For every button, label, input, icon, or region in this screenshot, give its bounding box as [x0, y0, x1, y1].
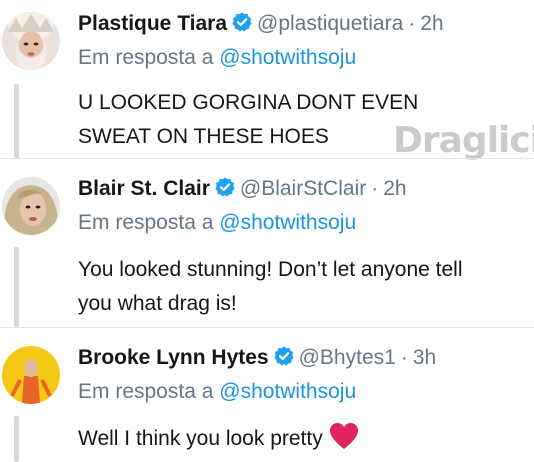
verified-badge-icon — [231, 11, 253, 41]
reply-context: Em resposta a @shotwithsoju — [78, 209, 534, 237]
tweet-text-line: You looked stunning! Don’t let anyone te… — [78, 258, 463, 281]
display-name[interactable]: Brooke Lynn Hytes — [78, 346, 269, 369]
tweet-blair-st-clair[interactable]: Blair St. Clair @BlairStClair · 2h Em respo… — [0, 159, 534, 327]
handle[interactable]: @plastiquetiara — [257, 12, 403, 35]
verified-badge-icon — [214, 176, 236, 206]
handle[interactable]: @Bhytes1 — [299, 346, 396, 369]
tweet-content: Blair St. Clair @BlairStClair · 2h Em respo… — [78, 175, 534, 321]
reply-mention-link[interactable]: @shotwithsoju — [219, 46, 356, 69]
meta-separator: · — [371, 177, 379, 200]
reply-context: Em resposta a @shotwithsoju — [78, 378, 534, 406]
timestamp[interactable]: 2h — [420, 12, 443, 35]
reply-prefix: Em resposta a — [78, 46, 214, 69]
timestamp[interactable]: 2h — [383, 177, 406, 200]
tweet-text: Well I think you look pretty — [78, 422, 534, 461]
meta-separator: · — [400, 346, 408, 369]
tweet-brooke-lynn-hytes[interactable]: Brooke Lynn Hytes @Bhytes1 · 3h Em resposta… — [0, 328, 534, 462]
tweet-text-line: U LOOKED GORGINA DONT EVEN — [78, 91, 419, 114]
thread-line — [14, 84, 19, 158]
handle[interactable]: @BlairStClair — [240, 177, 366, 200]
reply-mention-link[interactable]: @shotwithsoju — [219, 211, 356, 234]
tweet-header: Plastique Tiara @plastiquetiara · 2h — [78, 10, 534, 38]
reply-mention-link[interactable]: @shotwithsoju — [219, 380, 356, 403]
tweet-text-line: you what drag is! — [78, 292, 237, 315]
verified-badge-icon — [273, 345, 295, 375]
timestamp[interactable]: 3h — [413, 346, 436, 369]
avatar[interactable] — [2, 12, 60, 70]
thread-line — [14, 247, 19, 327]
reply-prefix: Em resposta a — [78, 380, 214, 403]
red-heart-icon — [329, 422, 359, 461]
tweet-text: You looked stunning! Don’t let anyone te… — [78, 253, 534, 321]
avatar[interactable] — [2, 346, 60, 404]
tweet-text-line: Well I think you look pretty — [78, 427, 323, 450]
display-name[interactable]: Blair St. Clair — [78, 177, 210, 200]
tweet-header: Brooke Lynn Hytes @Bhytes1 · 3h — [78, 344, 534, 372]
tweet-content: Brooke Lynn Hytes @Bhytes1 · 3h Em resposta… — [78, 344, 534, 461]
tweet-header: Blair St. Clair @BlairStClair · 2h — [78, 175, 534, 203]
display-name[interactable]: Plastique Tiara — [78, 12, 227, 35]
avatar[interactable] — [2, 177, 60, 235]
reply-feed: Plastique Tiara @plastiquetiara · 2h Em res… — [0, 0, 534, 462]
reply-prefix: Em resposta a — [78, 211, 214, 234]
thread-line — [14, 416, 19, 462]
meta-separator: · — [408, 12, 416, 35]
reply-context: Em resposta a @shotwithsoju — [78, 44, 534, 72]
watermark-logo: Draglicious — [393, 120, 534, 161]
